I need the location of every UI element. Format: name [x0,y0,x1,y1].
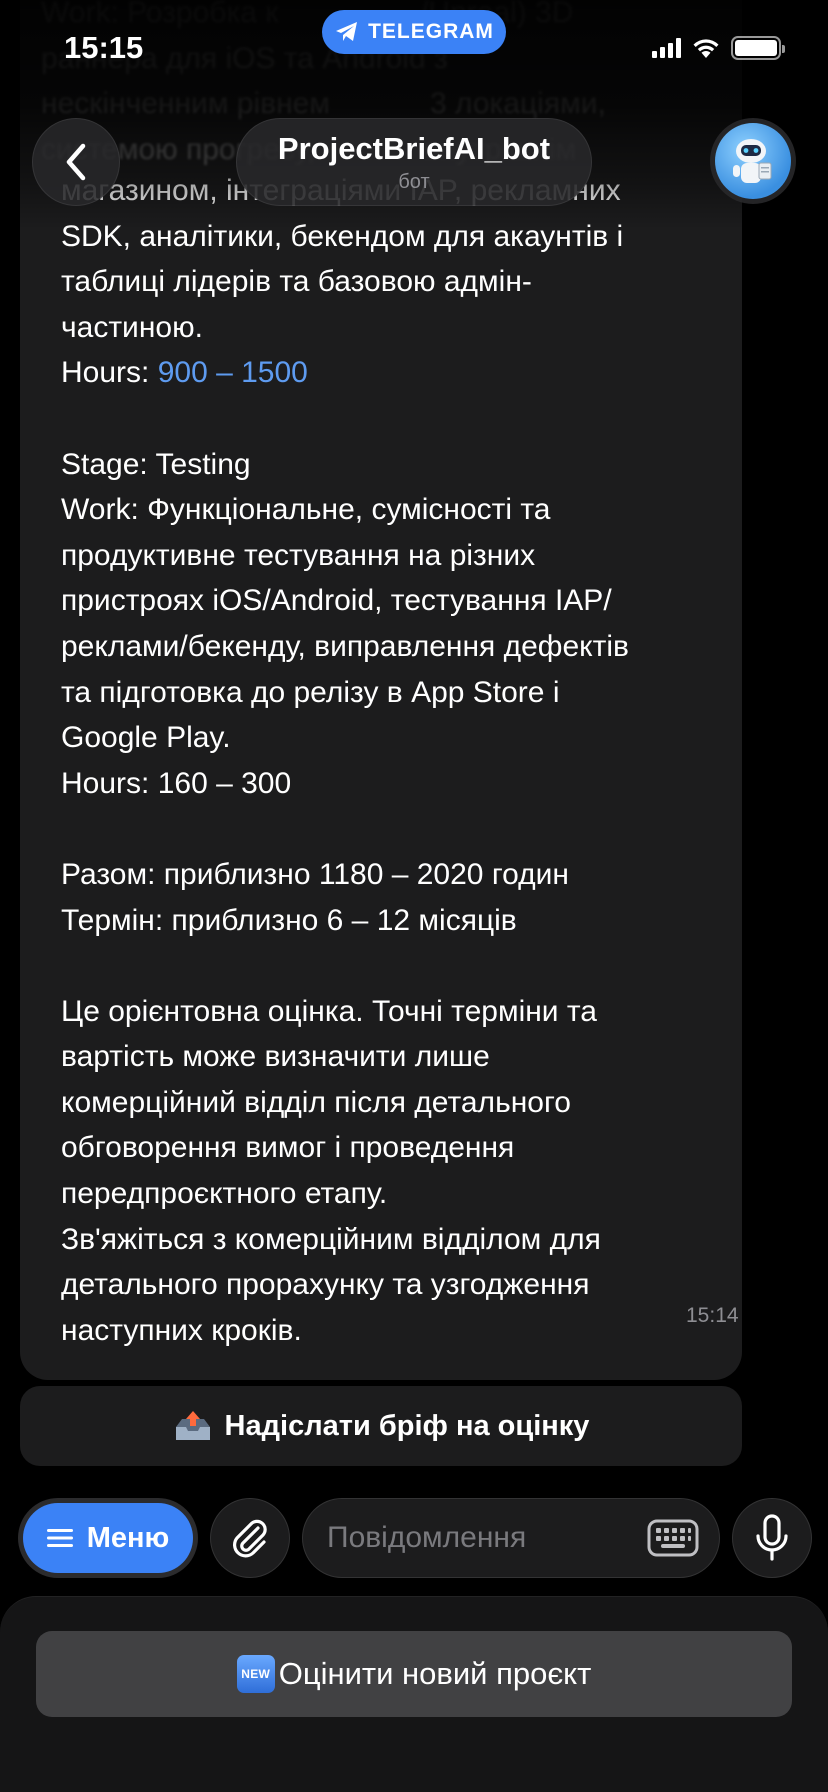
menu-label: Меню [86,1521,170,1554]
message-line [61,943,731,989]
paperclip-icon [233,1519,267,1558]
message-line-text: комерційний відділ після детального [61,1085,571,1119]
message-line: наступних кроків. [61,1308,731,1354]
message-line [61,806,731,852]
outbox-tray-icon [175,1411,210,1440]
message-line-text: Зв'яжіться з комерційним відділом для [61,1222,601,1256]
message-line: вартість може визначити лише [61,1034,731,1080]
attach-button[interactable] [210,1498,290,1578]
menu-button[interactable]: Меню [18,1498,198,1578]
back-button[interactable] [32,118,120,206]
message-line-text: Hours: [61,356,158,390]
message-line-text: частиною. [61,310,203,344]
chat-title-pill[interactable]: ProjectBriefAI_bot бот [236,118,592,206]
message-line-text: таблиці лідерів та базовою адмін- [61,265,532,299]
bot-avatar[interactable] [710,118,796,204]
chat-screen: магазином, інтеграціями IAP, рекламнихSD… [0,0,828,1792]
message-input-field[interactable] [302,1498,720,1578]
message-line-text: пристроях iOS/Android, тестування IAP/ [61,584,612,618]
message-line-text: наступних кроків. [61,1313,302,1347]
message-line-text: продуктивне тестування на різних [61,538,536,572]
new-project-button[interactable]: NEW Оцінити новий проєкт [36,1631,792,1717]
chevron-left-icon [66,143,86,181]
message-line-text: вартість може визначити лише [61,1040,490,1074]
message-line: та підготовка до релізу в App Store і [61,670,731,716]
message-line: реклами/бекенду, виправлення дефектів [61,624,731,670]
message-line: таблиці лідерів та базовою адмін- [61,259,731,305]
message-line: Stage: Testing [61,442,731,488]
message-line [61,396,731,442]
message-line-text: Це орієнтовна оцінка. Точні терміни та [61,994,597,1028]
paper-plane-icon [336,22,358,41]
message-line: комерційний відділ після детального [61,1080,731,1126]
message-line: обговорення вимог і проведення [61,1125,731,1171]
keyboard-icon[interactable] [647,1519,699,1557]
message-line: передпроєктного етапу. [61,1171,731,1217]
message-input[interactable] [327,1521,627,1555]
bot-subtitle: бот [398,170,430,193]
message-line-text: реклами/бекенду, виправлення дефектів [61,629,629,663]
send-brief-label: Надіслати бріф на оцінку [224,1409,590,1442]
message-text: магазином, інтеграціями IAP, рекламнихSD… [61,168,731,1353]
wifi-icon [693,39,719,58]
message-line-text: обговорення вимог і проведення [61,1131,515,1165]
message-line-text: Google Play. [61,721,231,755]
message-time: 15:14 [686,1304,739,1327]
app-pill-label: TELEGRAM [368,20,494,43]
message-line-text: Термін: приблизно 6 – 12 місяців [61,903,517,937]
status-time: 15:15 [64,30,144,65]
robot-avatar-icon [715,123,791,199]
message-line: Hours: 900 – 1500 [61,350,731,396]
menu-lines-icon [46,1529,73,1547]
message-line: Google Play. [61,715,731,761]
message-line: Work: Функціональне, сумісності та [61,487,731,533]
message-line: Це орієнтовна оцінка. Точні терміни та [61,989,731,1035]
message-line-text: Stage: Testing [61,447,251,481]
cellular-signal-icon [652,38,681,58]
new-badge-icon: NEW [236,1655,275,1693]
send-brief-button[interactable]: Надіслати бріф на оцінку [20,1386,742,1466]
message-line-text: Разом: приблизно 1180 – 2020 годин [61,857,569,891]
message-line: продуктивне тестування на різних [61,533,731,579]
message-line-text: передпроєктного етапу. [61,1177,388,1211]
new-project-label: Оцінити новий проєкт [278,1656,592,1691]
message-line: Зв'яжіться з комерційним відділом для [61,1217,731,1263]
message-line-text: Hours: 160 – 300 [61,766,292,800]
voice-message-button[interactable] [732,1498,812,1578]
message-line: частиною. [61,305,731,351]
bot-name: ProjectBriefAI_bot [277,130,551,166]
microphone-icon [756,1514,788,1561]
message-line: Hours: 160 – 300 [61,761,731,807]
message-line: Термін: приблизно 6 – 12 місяців [61,898,731,944]
battery-icon [731,36,785,60]
reply-keyboard-panel: NEW Оцінити новий проєкт [0,1596,828,1792]
message-line: Разом: приблизно 1180 – 2020 годин [61,852,731,898]
status-icons [652,36,785,60]
hours-range-link[interactable]: 900 – 1500 [158,356,308,389]
message-line-text: детального прорахунку та узгодження [61,1268,590,1302]
message-line: пристроях iOS/Android, тестування IAP/ [61,578,731,624]
message-line-text: та підготовка до релізу в App Store і [61,675,560,709]
message-line: детального прорахунку та узгодження [61,1262,731,1308]
return-to-telegram-pill[interactable]: TELEGRAM [322,10,506,54]
message-line-text: Work: Функціональне, сумісності та [61,493,551,527]
